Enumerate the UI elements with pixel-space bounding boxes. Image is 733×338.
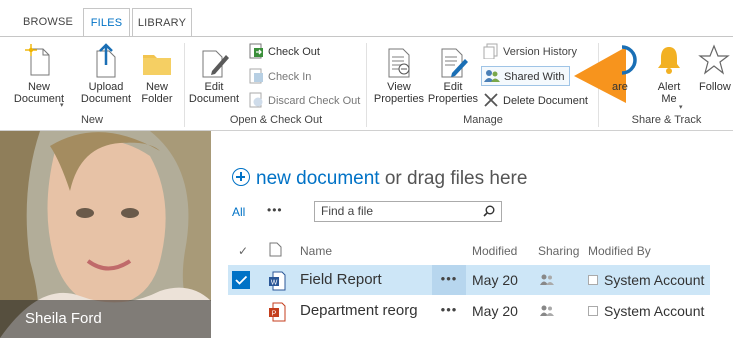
new-document-icon [23, 43, 55, 79]
check-out-label: Check Out [268, 46, 320, 58]
view-all-link[interactable]: All [232, 205, 245, 219]
item-menu-button[interactable]: ••• [432, 296, 466, 326]
svg-text:P: P [272, 311, 277, 318]
alert-me-label: Alert Me [657, 81, 681, 105]
shared-with-button[interactable]: Shared With [481, 66, 570, 86]
follow-button[interactable]: Follow [694, 43, 733, 93]
share-label: are [612, 81, 628, 93]
follow-label: Follow [699, 81, 731, 93]
alert-me-dropdown-icon[interactable]: ▾ [679, 103, 683, 111]
share-icon [612, 43, 642, 79]
new-document-dropdown-icon[interactable]: ▾ [60, 101, 64, 109]
bell-icon [653, 43, 685, 79]
edit-document-icon [198, 43, 230, 79]
discard-check-out-label: Discard Check Out [268, 95, 361, 107]
svg-text:W: W [271, 280, 278, 287]
search-placeholder: Find a file [321, 204, 374, 218]
edit-document-button[interactable]: Edit Document [188, 43, 240, 105]
group-label-share-track: Share & Track [631, 114, 702, 126]
powerpoint-document-icon: P [269, 302, 286, 322]
new-document-prompt: new document or drag files here [232, 166, 527, 190]
alert-me-button[interactable]: Alert Me [652, 43, 686, 105]
discard-check-out-button[interactable]: Discard Check Out [248, 91, 360, 111]
item-menu-button[interactable]: ••• [432, 265, 466, 295]
column-header-sharing[interactable]: Sharing [538, 244, 579, 258]
new-document-link[interactable]: new document [256, 168, 380, 189]
more-views-button[interactable]: ••• [267, 203, 283, 217]
version-history-icon [483, 43, 499, 60]
profile-photo: Sheila Ford [0, 131, 211, 338]
table-row[interactable]: W Field Report ••• May 20 System Account [228, 265, 710, 295]
modified-by-link[interactable]: System Account [604, 265, 704, 295]
group-label-open-check-out: Open & Check Out [229, 114, 323, 126]
add-circle-icon[interactable] [232, 168, 250, 186]
column-header-check[interactable]: ✓ [238, 244, 248, 258]
modified-by-link[interactable]: System Account [604, 296, 704, 326]
edit-properties-icon [437, 43, 469, 79]
modified-date: May 20 [472, 272, 518, 288]
row-select-checkbox[interactable] [232, 271, 250, 289]
view-properties-button[interactable]: View Properties [372, 43, 426, 105]
presence-indicator [588, 306, 598, 316]
view-properties-label: View Properties [373, 81, 425, 105]
document-name-link[interactable]: Field Report [300, 265, 382, 295]
column-header-modified-by[interactable]: Modified By [588, 244, 651, 258]
check-in-label: Check In [268, 71, 312, 83]
file-type-header-icon[interactable] [269, 242, 282, 257]
tab-files[interactable]: FILES [83, 8, 130, 37]
ribbon: New Document ▾ Upload Document New Folde… [0, 37, 733, 131]
profile-name: Sheila Ford [0, 300, 211, 338]
delete-icon [483, 92, 499, 108]
check-out-button[interactable]: Check Out [248, 42, 320, 62]
new-folder-button[interactable]: New Folder [136, 43, 178, 105]
search-input[interactable]: Find a file [314, 201, 502, 222]
presence-indicator [588, 275, 598, 285]
shared-people-icon[interactable] [540, 273, 554, 286]
upload-document-button[interactable]: Upload Document [78, 43, 134, 105]
view-properties-icon [383, 43, 415, 79]
column-header-modified[interactable]: Modified [472, 244, 517, 258]
version-history-button[interactable]: Version History [483, 42, 577, 62]
search-icon[interactable] [483, 205, 495, 217]
word-document-icon: W [269, 271, 286, 291]
checkmark-icon [235, 275, 248, 285]
version-history-label: Version History [503, 46, 577, 58]
share-button[interactable]: are [612, 43, 642, 93]
table-row[interactable]: P Department reorg ••• May 20 System Acc… [228, 296, 710, 326]
tab-library[interactable]: LIBRARY [132, 8, 192, 37]
tab-browse[interactable]: BROWSE [18, 8, 78, 37]
check-out-icon [248, 43, 264, 59]
modified-date: May 20 [472, 303, 518, 319]
group-separator [366, 43, 367, 127]
check-in-button[interactable]: Check In [248, 67, 311, 87]
star-icon [698, 43, 730, 79]
group-label-new: New [80, 114, 103, 126]
shared-people-icon[interactable] [540, 304, 554, 317]
new-document-button[interactable]: New Document [8, 43, 70, 105]
edit-document-label: Edit Document [188, 81, 240, 105]
ribbon-tab-strip: BROWSE FILES LIBRARY [0, 0, 733, 37]
discard-check-out-icon [248, 92, 264, 108]
check-in-icon [248, 68, 264, 84]
people-icon [484, 68, 500, 84]
drag-files-hint: or drag files here [379, 168, 528, 189]
document-name-link[interactable]: Department reorg [300, 296, 418, 326]
edit-properties-label: Edit Properties [427, 81, 479, 105]
upload-document-label: Upload Document [80, 81, 132, 105]
new-folder-label: New Folder [141, 81, 173, 105]
group-separator [184, 43, 185, 127]
folder-icon [141, 43, 173, 79]
group-label-manage: Manage [463, 114, 503, 126]
edit-properties-button[interactable]: Edit Properties [426, 43, 480, 105]
upload-icon [90, 43, 122, 79]
shared-with-label: Shared With [504, 71, 565, 83]
column-header-name[interactable]: Name [300, 244, 332, 258]
